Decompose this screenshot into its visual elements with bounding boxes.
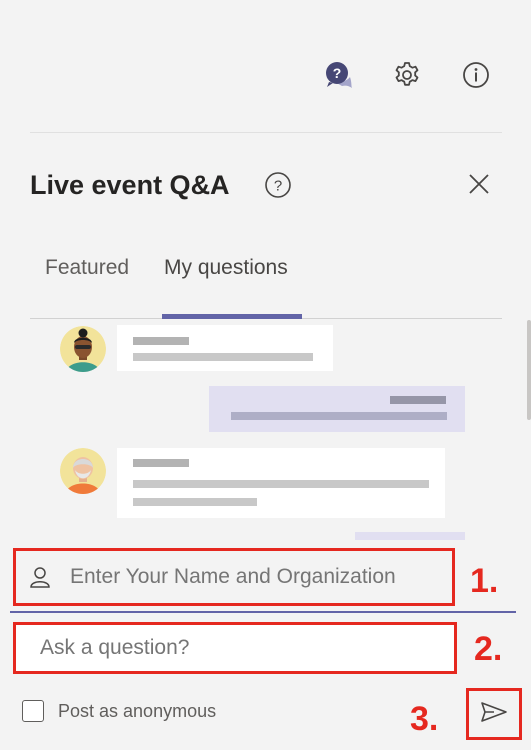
anonymous-checkbox[interactable]	[22, 700, 44, 722]
avatar	[60, 326, 106, 372]
bubble-text-placeholder	[133, 353, 313, 361]
info-icon[interactable]	[461, 60, 491, 90]
send-button[interactable]	[466, 688, 522, 740]
step-2-label: 2.	[474, 630, 503, 668]
my-question-bubble[interactable]	[355, 532, 465, 540]
tab-bar: Featured My questions	[30, 240, 502, 319]
top-toolbar: ?	[0, 0, 531, 150]
svg-text:?: ?	[333, 65, 342, 81]
question-feed	[0, 318, 531, 540]
tab-my-questions[interactable]: My questions	[164, 256, 288, 280]
question-bubble[interactable]	[117, 325, 333, 371]
bubble-author-placeholder	[390, 396, 446, 404]
avatar	[60, 448, 106, 494]
qa-panel: ? Live event Q&A ? Featured My questions…	[0, 0, 531, 750]
qa-bubble-icon[interactable]: ?	[324, 60, 354, 90]
step-1-label: 1.	[470, 562, 499, 600]
send-icon	[480, 700, 508, 729]
bubble-author-placeholder	[133, 459, 189, 467]
name-organization-field[interactable]	[13, 548, 455, 606]
bubble-text-placeholder	[133, 480, 429, 488]
name-field-underline	[10, 611, 516, 613]
toolbar-divider	[30, 132, 502, 133]
bubble-text-placeholder	[133, 498, 257, 506]
bubble-text-placeholder	[231, 412, 447, 420]
svg-text:?: ?	[274, 178, 282, 195]
person-icon	[28, 565, 52, 589]
question-input[interactable]	[40, 636, 440, 660]
gear-icon[interactable]	[392, 60, 422, 90]
question-field[interactable]	[13, 622, 457, 674]
panel-header: Live event Q&A ?	[30, 160, 501, 220]
close-icon[interactable]	[467, 172, 491, 196]
name-organization-input[interactable]	[70, 565, 450, 589]
my-question-bubble[interactable]	[209, 386, 465, 432]
page-title: Live event Q&A	[30, 170, 230, 200]
scrollbar[interactable]	[527, 320, 531, 420]
tab-featured[interactable]: Featured	[45, 256, 129, 280]
help-icon[interactable]: ?	[264, 171, 292, 199]
anonymous-label: Post as anonymous	[58, 700, 217, 721]
bubble-author-placeholder	[133, 337, 189, 345]
question-bubble[interactable]	[117, 448, 445, 518]
step-3-label: 3.	[410, 700, 439, 738]
anonymous-option[interactable]: Post as anonymous	[22, 700, 216, 722]
